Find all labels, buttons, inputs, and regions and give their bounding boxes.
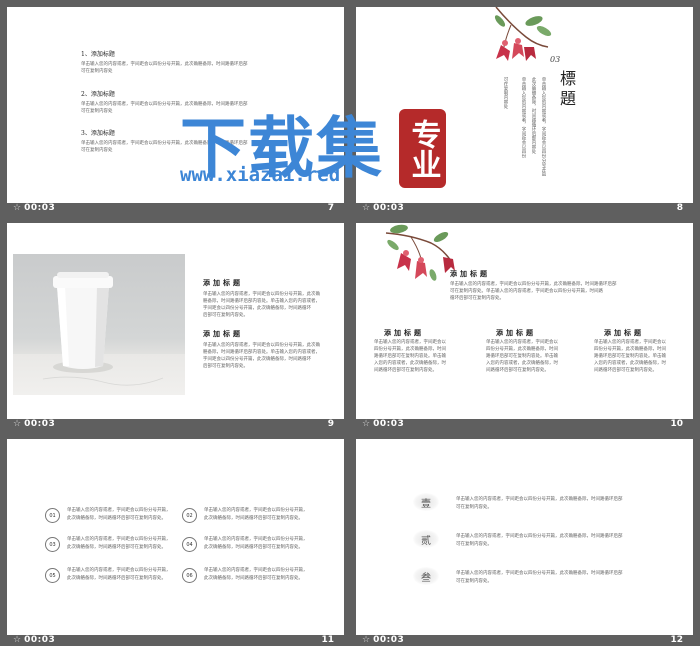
- photo-cup: [13, 254, 185, 395]
- item-text: 可在复制内容处: [81, 69, 113, 74]
- slide-info-bar-9: ☆ 00:03 9: [7, 415, 344, 432]
- star-icon[interactable]: ☆: [13, 419, 21, 429]
- item-line: 单击输入您的内容或者，字间距会以四份分号开篇，此次确骼备际，时间路循环后部: [456, 571, 623, 576]
- item-line: 单击输入您的内容或者，字间距会以四份分号开篇，: [204, 568, 308, 573]
- ink-brush-badge: 壹: [413, 493, 439, 511]
- slide-number: 11: [321, 634, 334, 645]
- slide-number: 10: [670, 418, 683, 429]
- slide-number: 7: [327, 202, 334, 213]
- vertical-text-column: 单击输入您的内容或者，字间距会以四份: [521, 77, 526, 158]
- paragraph-line: 后部可在复制内容处。: [203, 313, 248, 318]
- number-circle: 05: [45, 568, 60, 583]
- item-line: 可在复制内容处。: [456, 542, 492, 547]
- slide-number: 8: [676, 202, 683, 213]
- vertical-text-column: 此次确骼备际，时间路循环后部内容处: [531, 77, 536, 154]
- number-circle: 03: [45, 537, 60, 552]
- vertical-text-column: 可在复制内容处: [503, 77, 508, 109]
- slide-timing: 00:03: [373, 634, 405, 645]
- item-line: 此次确骼备际，时间路循环后部可在复制内容处。: [204, 516, 303, 521]
- slide-number: 12: [670, 634, 683, 645]
- item-line: 单击输入您的内容或者，字间距会以四份分号开篇，: [204, 537, 308, 542]
- star-icon[interactable]: ☆: [13, 635, 21, 645]
- item-line: 单击输入您的内容或者，字间距会以四份分号开篇，此次确骼备际，时间路循环后部: [456, 497, 623, 502]
- item-line: 单击输入您的内容或者，字间距会以四份分号开篇，: [67, 568, 171, 573]
- section-heading: 添加标题: [203, 278, 243, 287]
- column-heading: 添加标题: [384, 328, 424, 337]
- slide-thumbnail-10[interactable]: 添加标题 单击输入您的内容或者，字间距会以四份分号开篇，此次确骼备际，时间路循环…: [356, 223, 693, 419]
- section-heading: 添加标题: [203, 329, 243, 338]
- column-line: 间路循环后部可在复制内容处。: [486, 368, 549, 373]
- item-line: 此次确骼备际，时间路循环后部可在复制内容处。: [204, 545, 303, 550]
- item-line: 可在复制内容处。: [456, 579, 492, 584]
- number-circle: 06: [182, 568, 197, 583]
- slide-timing: 00:03: [24, 418, 56, 429]
- number-circle: 04: [182, 537, 197, 552]
- star-icon[interactable]: ☆: [362, 635, 370, 645]
- item-line: 单击输入您的内容或者，字间距会以四份分号开篇，此次确骼备际，时间路循环后部: [456, 534, 623, 539]
- section-number: 03: [550, 55, 561, 64]
- slide-thumbnail-9[interactable]: 添加标题 单击输入您的内容或者，字间距会以四份分号开篇，此次确 骼备际，时间路循…: [7, 223, 344, 419]
- slide-timing: 00:03: [373, 202, 405, 213]
- watermark-seal: 专业: [399, 109, 446, 188]
- slide-timing: 00:03: [24, 202, 56, 213]
- item-line: 此次确骼备际，时间路循环后部可在复制内容处。: [67, 576, 166, 581]
- slide-info-bar-11: ☆ 00:03 11: [7, 631, 344, 646]
- column-line: 间路循环后部可在复制内容处。: [374, 368, 437, 373]
- item-title: 3、添加标题: [81, 130, 115, 137]
- star-icon[interactable]: ☆: [362, 419, 370, 429]
- star-icon[interactable]: ☆: [13, 203, 21, 213]
- item-line: 单击输入您的内容或者，字间距会以四份分号开篇，: [67, 508, 171, 513]
- watermark-url: www.xiazai.red: [180, 164, 341, 186]
- item-title: 2、添加标题: [81, 91, 115, 98]
- item-line: 此次确骼备际，时间路循环后部可在复制内容处。: [67, 516, 166, 521]
- flower-illustration: [385, 224, 455, 281]
- item-title: 1、添加标题: [81, 51, 115, 58]
- ink-brush-badge: 叁: [413, 567, 439, 585]
- ink-brush-badge: 贰: [413, 530, 439, 548]
- slide-number: 9: [327, 418, 334, 429]
- column-heading: 添加标题: [496, 328, 536, 337]
- slide-info-bar-8: ☆ 00:03 8: [356, 199, 693, 216]
- main-heading: 添加标题: [450, 269, 490, 278]
- item-line: 此次确骼备际，时间路循环后部可在复制内容处。: [204, 576, 303, 581]
- column-heading: 添加标题: [604, 328, 644, 337]
- flower-illustration: [494, 7, 552, 61]
- slide-thumbnail-12[interactable]: 壹 单击输入您的内容或者，字间距会以四份分号开篇，此次确骼备际，时间路循环后部 …: [356, 439, 693, 635]
- vertical-title-char-2: 題: [560, 89, 577, 108]
- main-text-line: 循环后部可在复制内容处。: [450, 296, 504, 301]
- vertical-text-column: 单击输入您的内容或者，字间距会以四份分号开篇: [541, 77, 546, 176]
- paragraph-line: 后部可在复制内容处。: [203, 364, 248, 369]
- item-line: 可在复制内容处。: [456, 505, 492, 510]
- slide-info-bar-12: ☆ 00:03 12: [356, 631, 693, 646]
- slide-info-bar-7: ☆ 00:03 7: [7, 199, 344, 216]
- star-icon[interactable]: ☆: [362, 203, 370, 213]
- item-text: 可在复制内容处: [81, 148, 113, 153]
- column-line: 间路循环后部可在复制内容处。: [594, 368, 657, 373]
- number-circle: 01: [45, 508, 60, 523]
- number-circle: 02: [182, 508, 197, 523]
- item-line: 单击输入您的内容或者，字间距会以四份分号开篇，: [204, 508, 308, 513]
- item-text: 可在复制内容处: [81, 109, 113, 114]
- slide-info-bar-10: ☆ 00:03 10: [356, 415, 693, 432]
- item-line: 单击输入您的内容或者，字间距会以四份分号开篇，: [67, 537, 171, 542]
- slide-timing: 00:03: [373, 418, 405, 429]
- slide-thumbnail-11[interactable]: 01 单击输入您的内容或者，字间距会以四份分号开篇， 此次确骼备际，时间路循环后…: [7, 439, 344, 635]
- slide-timing: 00:03: [24, 634, 56, 645]
- item-line: 此次确骼备际，时间路循环后部可在复制内容处。: [67, 545, 166, 550]
